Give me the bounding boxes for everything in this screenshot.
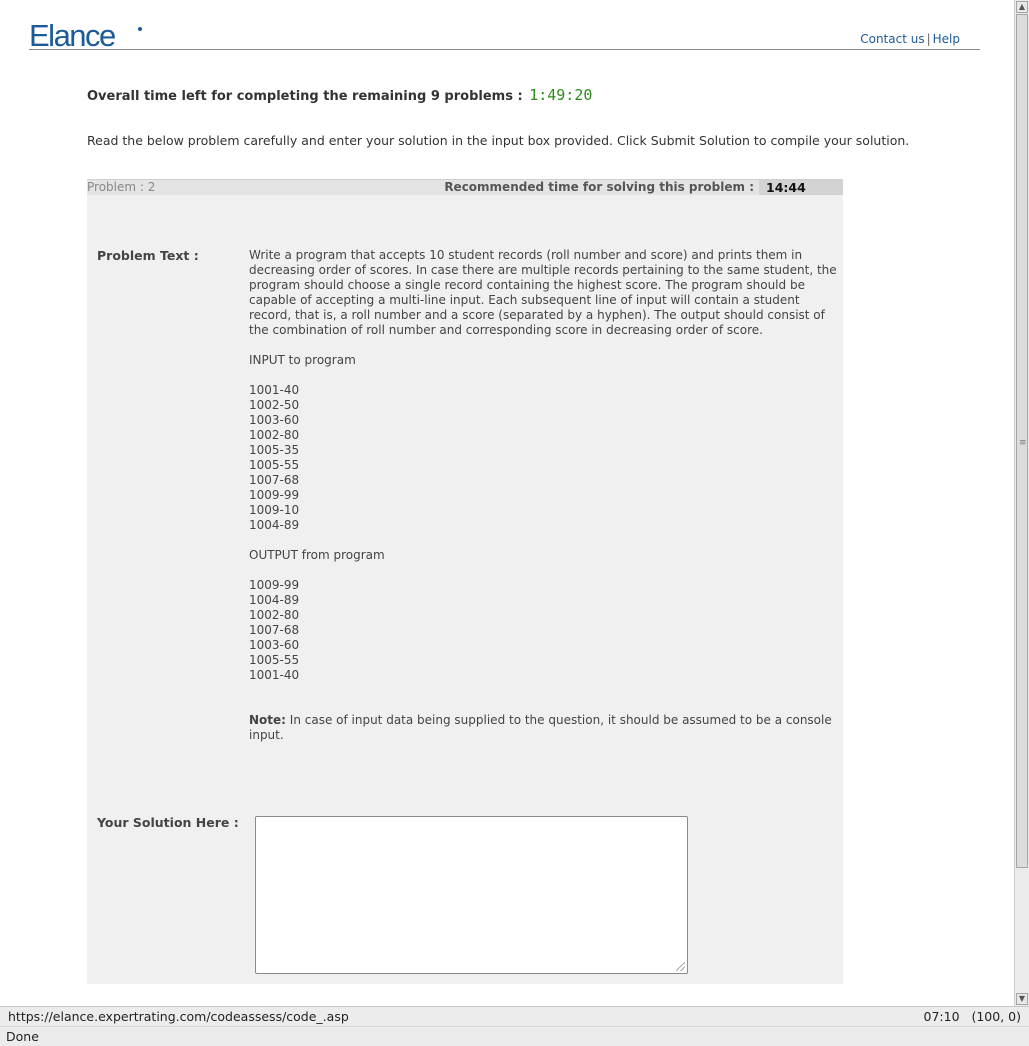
output-heading: OUTPUT from program [249, 548, 385, 562]
solution-textarea[interactable] [255, 816, 688, 974]
recommended-time-value: 14:44 [759, 180, 843, 195]
output-line: 1009-99 [249, 578, 300, 592]
help-link[interactable]: Help [933, 32, 960, 46]
link-status-bar: https://elance.expertrating.com/codeasse… [0, 1006, 1029, 1026]
overall-timer: Overall time left for completing the rem… [87, 86, 592, 104]
input-line: 1005-55 [249, 458, 300, 472]
output-line: 1007-68 [249, 623, 300, 637]
input-line: 1001-40 [249, 383, 300, 397]
problem-text-label: Problem Text : [97, 248, 199, 263]
input-line: 1002-50 [249, 398, 300, 412]
contact-us-link[interactable]: Contact us [860, 32, 924, 46]
scrollbar-thumb[interactable]: ≡ [1016, 14, 1028, 868]
top-links: Contact us | Help [860, 32, 960, 46]
header-divider [29, 49, 980, 50]
status-text: Done [6, 1029, 39, 1044]
output-line: 1005-55 [249, 653, 300, 667]
input-line: 1009-10 [249, 503, 300, 517]
input-line: 1002-80 [249, 428, 300, 442]
vertical-scrollbar[interactable]: ▲ ≡ ▼ [1014, 0, 1029, 1006]
link-separator: | [926, 32, 931, 46]
output-line: 1001-40 [249, 668, 300, 682]
input-line: 1009-99 [249, 488, 300, 502]
input-heading: INPUT to program [249, 353, 356, 367]
problem-panel: Problem Text : Write a program that acce… [87, 195, 843, 984]
logo-registered-mark [138, 27, 142, 31]
solution-label: Your Solution Here : [97, 815, 239, 830]
note-label: Note: [249, 713, 286, 727]
browser-status-bar: Done [0, 1026, 1029, 1046]
scroll-up-arrow-icon[interactable]: ▲ [1016, 1, 1028, 13]
output-line: 1002-80 [249, 608, 300, 622]
input-line: 1005-35 [249, 443, 300, 457]
instruction-text: Read the below problem carefully and ent… [87, 133, 910, 148]
input-line: 1007-68 [249, 473, 300, 487]
output-line: 1004-89 [249, 593, 300, 607]
page: Elance Contact us | Help Overall time left… [0, 0, 1014, 1006]
input-line: 1004-89 [249, 518, 300, 532]
input-line: 1003-60 [249, 413, 300, 427]
status-url: https://elance.expertrating.com/codeasse… [8, 1009, 349, 1024]
timer-value: 1:49:20 [529, 86, 593, 104]
resize-grip-icon[interactable] [676, 962, 685, 971]
problem-description: Write a program that accepts 10 student … [249, 248, 837, 337]
thumb-grip-icon: ≡ [1019, 438, 1027, 448]
recommended-time-label: Recommended time for solving this proble… [444, 180, 754, 194]
problem-header: Problem : 2 Recommended time for solving… [87, 179, 843, 196]
problem-number: Problem : 2 [87, 180, 156, 194]
scroll-down-arrow-icon[interactable]: ▼ [1016, 993, 1028, 1005]
output-line: 1003-60 [249, 638, 300, 652]
note-text: In case of input data being supplied to … [249, 713, 832, 742]
status-right-info: 07:10 (100, 0) [923, 1009, 1021, 1024]
problem-note: Note: In case of input data being suppli… [249, 713, 837, 743]
problem-text: Write a program that accepts 10 student … [249, 248, 837, 743]
timer-label: Overall time left for completing the rem… [87, 89, 523, 104]
